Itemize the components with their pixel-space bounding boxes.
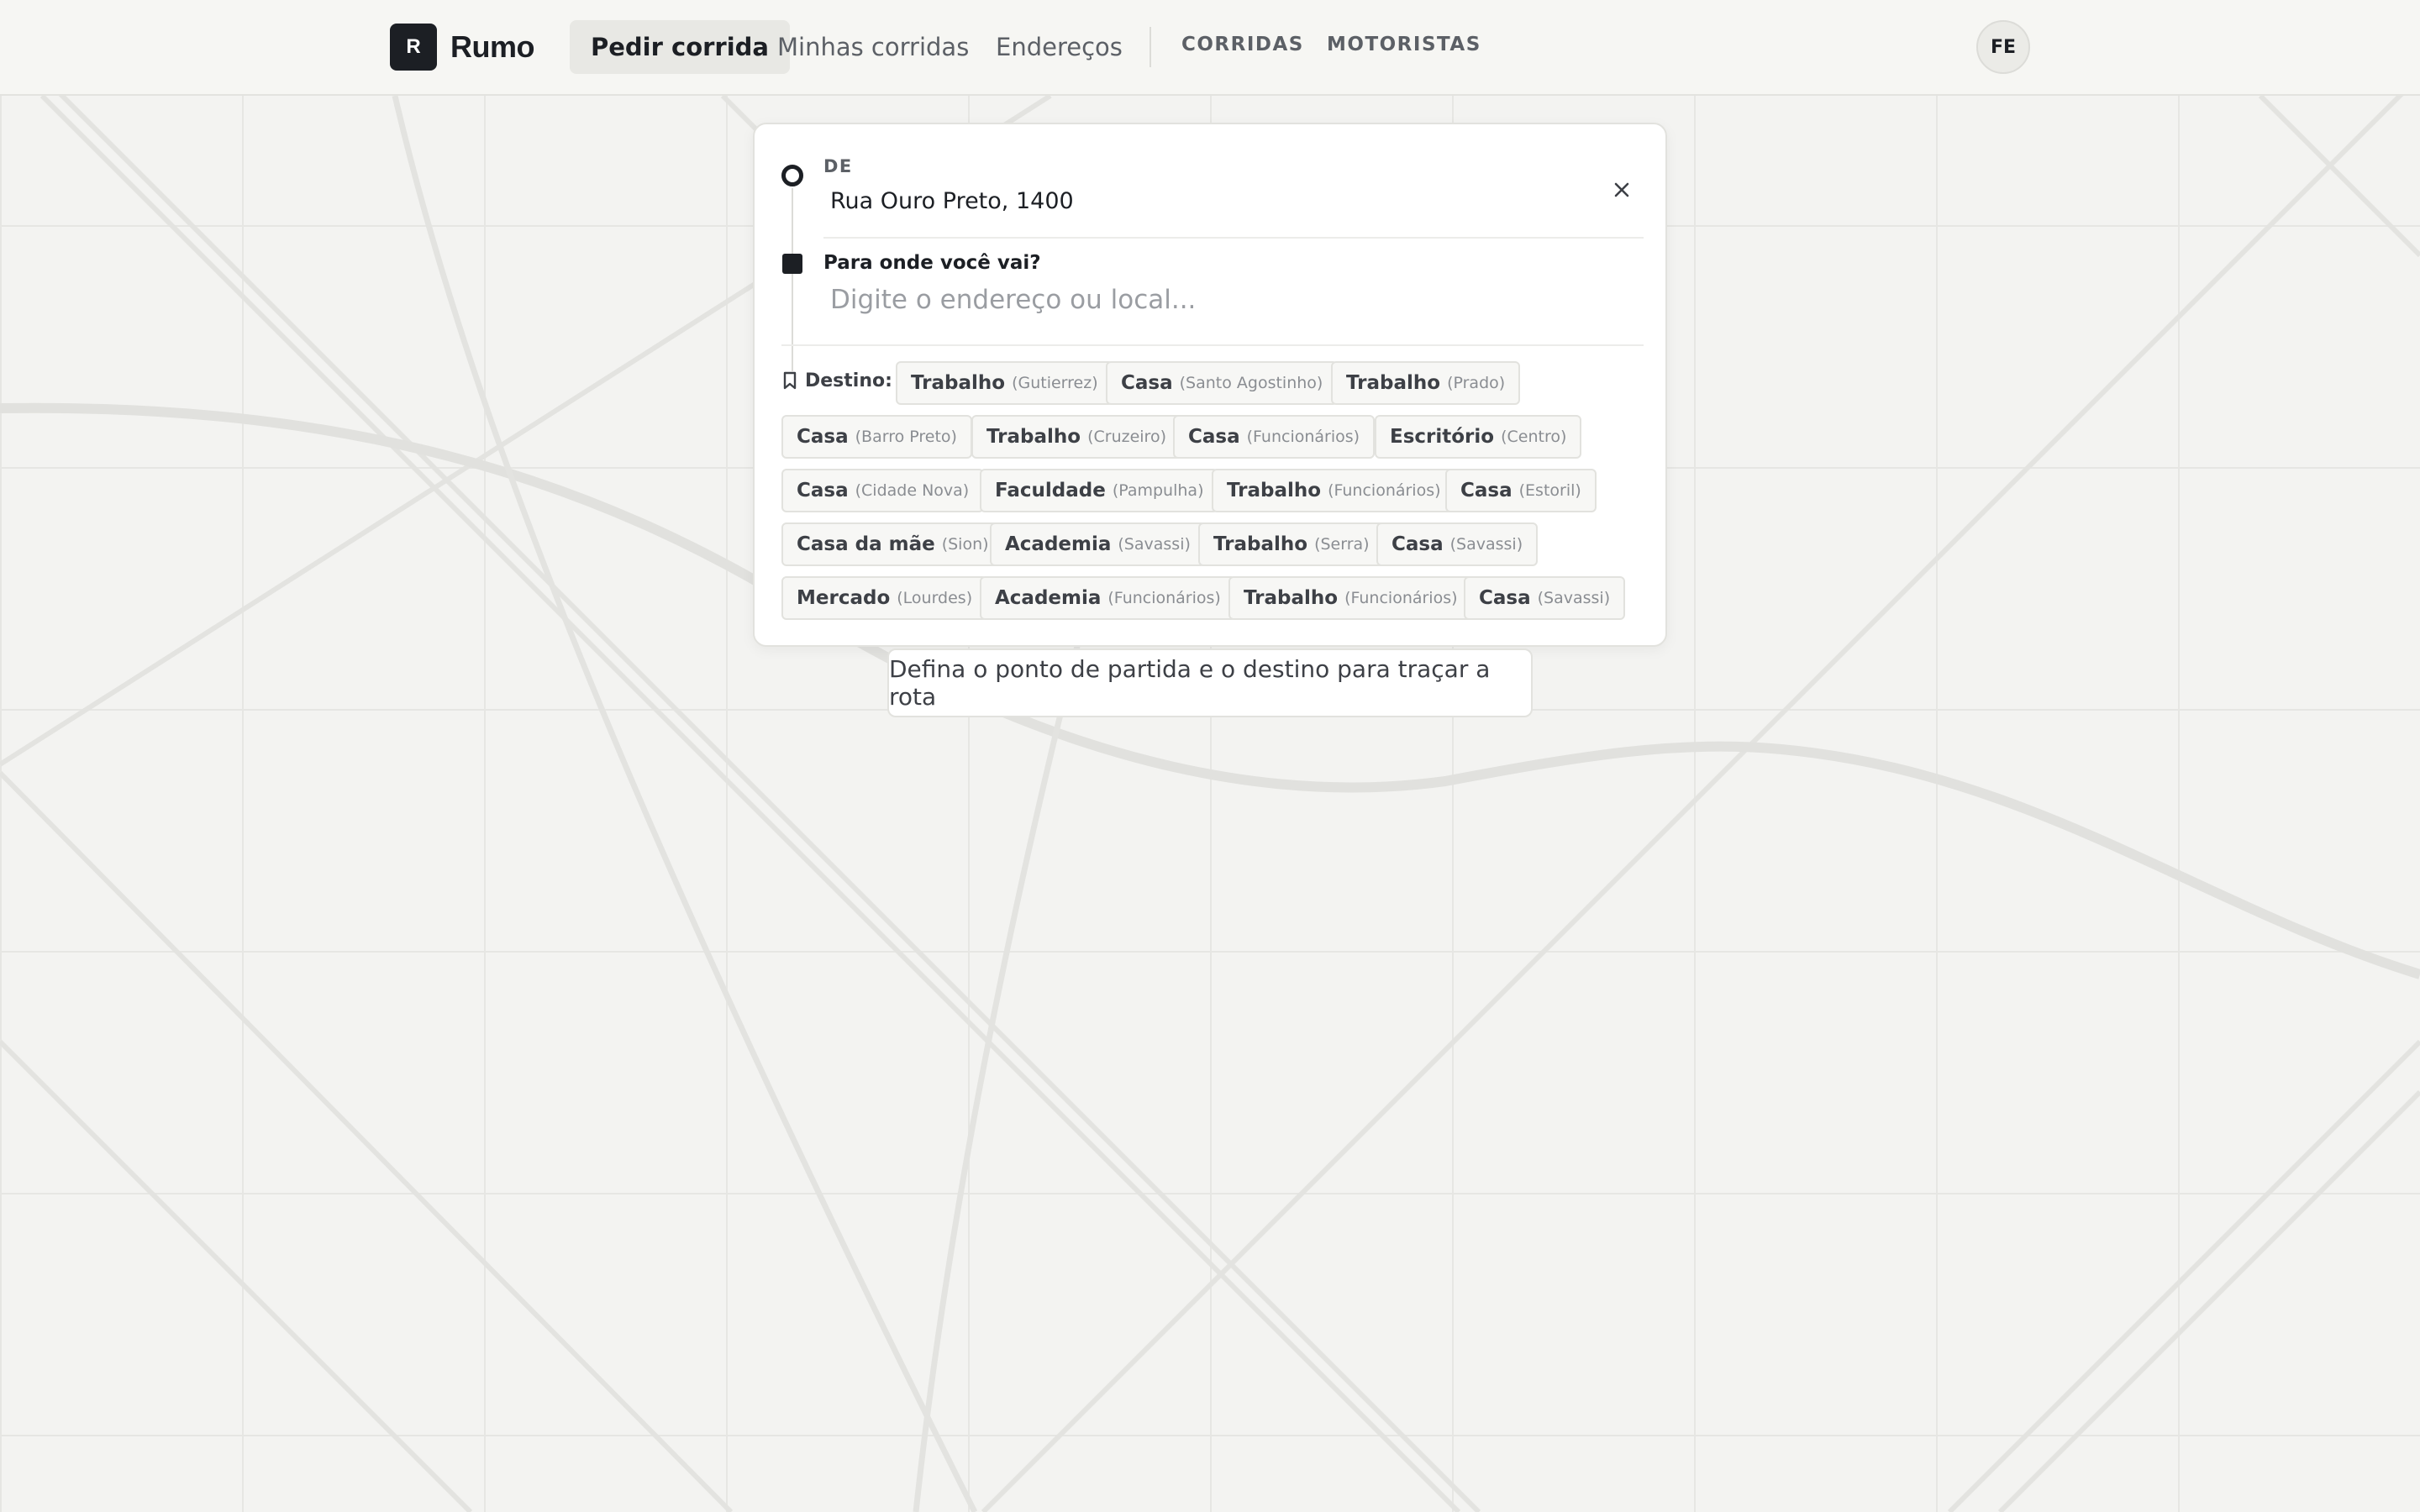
chip-name: Casa bbox=[797, 426, 849, 448]
chip-area: (Cidade Nova) bbox=[855, 481, 970, 500]
user-avatar[interactable]: FE bbox=[1976, 20, 2030, 74]
chip-name: Trabalho bbox=[1346, 372, 1441, 394]
chip-area: (Estoril) bbox=[1518, 481, 1581, 500]
chip-area: (Gutierrez) bbox=[1012, 374, 1098, 392]
destination-chip[interactable]: Mercado (Lourdes) bbox=[781, 576, 988, 620]
bookmark-icon bbox=[783, 371, 797, 390]
destination-chip[interactable]: Trabalho (Serra) bbox=[1198, 522, 1385, 566]
destination-chip[interactable]: Trabalho (Gutierrez) bbox=[896, 361, 1113, 405]
chip-area: (Centro) bbox=[1501, 428, 1567, 446]
chip-area: (Savassi) bbox=[1118, 535, 1191, 554]
chip-area: (Savassi) bbox=[1537, 589, 1611, 607]
chip-area: (Santo Agostinho) bbox=[1179, 374, 1323, 392]
destination-chip[interactable]: Academia (Savassi) bbox=[990, 522, 1206, 566]
saved-destinations-header: Destino: bbox=[781, 368, 892, 393]
origin-label: DE bbox=[823, 156, 853, 176]
chip-area: (Cruzeiro) bbox=[1087, 428, 1166, 446]
chip-area: (Serra) bbox=[1314, 535, 1370, 554]
brand[interactable]: R Rumo bbox=[390, 24, 535, 71]
chip-name: Casa bbox=[1479, 587, 1531, 609]
divider bbox=[823, 237, 1644, 239]
chip-name: Trabalho bbox=[1213, 533, 1308, 555]
chip-area: (Lourdes) bbox=[897, 589, 973, 607]
top-navigation-bar: R Rumo Pedir corrida Minhas corridas End… bbox=[0, 0, 2420, 96]
destination-chip[interactable]: Casa (Barro Preto) bbox=[781, 415, 972, 459]
destination-chip[interactable]: Casa (Santo Agostinho) bbox=[1106, 361, 1339, 405]
origin-marker-icon bbox=[781, 165, 803, 186]
chip-name: Casa bbox=[1392, 533, 1444, 555]
chip-name: Academia bbox=[995, 587, 1102, 609]
map-road bbox=[0, 1039, 473, 1512]
destination-chip[interactable]: Academia (Funcionários) bbox=[980, 576, 1236, 620]
nav-divider bbox=[1150, 27, 1151, 67]
chip-area: (Funcionários) bbox=[1328, 481, 1441, 500]
chip-name: Casa bbox=[1121, 372, 1173, 394]
destination-chip[interactable]: Trabalho (Funcionários) bbox=[1212, 469, 1456, 512]
destination-input[interactable] bbox=[825, 281, 1615, 319]
nav-item-enderecos[interactable]: Endereços bbox=[975, 20, 1144, 74]
nav-item-motoristas[interactable]: MOTORISTAS bbox=[1327, 34, 1481, 55]
destination-chip[interactable]: Casa (Savassi) bbox=[1464, 576, 1626, 620]
nav-item-corridas[interactable]: CORRIDAS bbox=[1181, 34, 1304, 55]
destination-label: Para onde você vai? bbox=[823, 252, 1041, 274]
chip-area: (Sion) bbox=[941, 535, 989, 554]
saved-destinations-label: Destino: bbox=[805, 370, 892, 391]
chip-area: (Savassi) bbox=[1449, 535, 1523, 554]
destination-marker-icon bbox=[782, 254, 802, 274]
chip-name: Academia bbox=[1005, 533, 1112, 555]
chip-area: (Funcionários) bbox=[1344, 589, 1458, 607]
chip-area: (Pampulha) bbox=[1112, 481, 1204, 500]
chip-area: (Funcionários) bbox=[1107, 589, 1221, 607]
divider bbox=[781, 344, 1644, 346]
chip-name: Trabalho bbox=[986, 426, 1081, 448]
nav-item-minhas-corridas[interactable]: Minhas corridas bbox=[756, 20, 990, 74]
chip-name: Trabalho bbox=[1227, 480, 1322, 501]
destination-chip[interactable]: Casa (Funcionários) bbox=[1173, 415, 1376, 459]
chip-name: Casa bbox=[797, 480, 849, 501]
clear-origin-button[interactable] bbox=[1605, 173, 1639, 207]
chip-name: Trabalho bbox=[1244, 587, 1339, 609]
destination-chip[interactable]: Casa da mãe (Sion) bbox=[781, 522, 1004, 566]
chip-area: (Funcionários) bbox=[1246, 428, 1360, 446]
map-road bbox=[1997, 1089, 2420, 1512]
destination-chip[interactable]: Casa (Savassi) bbox=[1376, 522, 1539, 566]
chip-name: Casa da mãe bbox=[797, 533, 935, 555]
map-road bbox=[2258, 93, 2420, 258]
destination-chip[interactable]: Faculdade (Pampulha) bbox=[980, 469, 1219, 512]
destination-chip[interactable]: Trabalho (Funcionários) bbox=[1228, 576, 1473, 620]
app-name: Rumo bbox=[450, 29, 535, 64]
chip-name: Escritório bbox=[1390, 426, 1495, 448]
chip-name: Trabalho bbox=[911, 372, 1006, 394]
destination-chip[interactable]: Trabalho (Cruzeiro) bbox=[971, 415, 1181, 459]
destination-chip[interactable]: Casa (Cidade Nova) bbox=[781, 469, 985, 512]
chip-name: Casa bbox=[1460, 480, 1512, 501]
destination-chip[interactable]: Escritório (Centro) bbox=[1375, 415, 1582, 459]
chip-area: (Prado) bbox=[1447, 374, 1506, 392]
route-card: DE Rua Ouro Preto, 1400 Para onde você v… bbox=[753, 123, 1667, 647]
logo-icon: R bbox=[390, 24, 437, 71]
chip-name: Casa bbox=[1188, 426, 1240, 448]
chip-area: (Barro Preto) bbox=[855, 428, 957, 446]
destination-chip[interactable]: Trabalho (Prado) bbox=[1331, 361, 1521, 405]
route-hint: Defina o ponto de partida e o destino pa… bbox=[887, 648, 1533, 717]
origin-field[interactable]: Rua Ouro Preto, 1400 bbox=[830, 188, 1074, 214]
map-road bbox=[1947, 1039, 2420, 1512]
close-icon bbox=[1614, 182, 1629, 197]
chip-name: Faculdade bbox=[995, 480, 1106, 501]
map-road bbox=[0, 770, 734, 1512]
chip-name: Mercado bbox=[797, 587, 891, 609]
destination-chip[interactable]: Casa (Estoril) bbox=[1445, 469, 1597, 512]
